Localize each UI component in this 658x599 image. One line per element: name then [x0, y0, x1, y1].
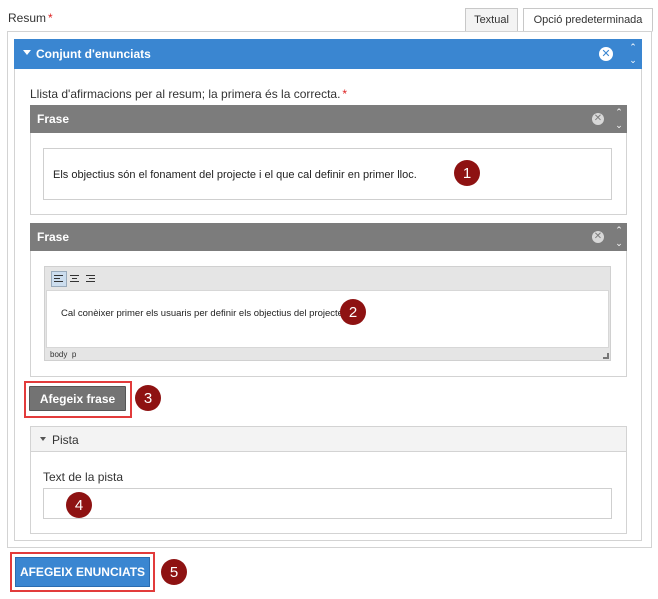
hint-text-input[interactable]: [43, 488, 612, 519]
hint-section-header[interactable]: Pista: [30, 426, 627, 452]
remove-sentence-icon[interactable]: ✕: [592, 113, 604, 125]
sentence-input-1[interactable]: Els objectius són el fonament del projec…: [43, 148, 612, 200]
add-sentence-label: Afegeix frase: [39, 391, 116, 406]
collapse-caret-icon[interactable]: [40, 437, 46, 441]
sentence-title-1: Frase: [37, 112, 70, 126]
resum-label: Resum *: [8, 11, 53, 25]
sentence-text-1: Els objectius són el fonament del projec…: [53, 169, 417, 181]
move-up-icon[interactable]: ⌃: [614, 225, 624, 235]
editor-content-area[interactable]: Cal conèixer primer els usuaris per defi…: [46, 290, 609, 348]
status-body[interactable]: body: [50, 350, 67, 359]
remove-sentence-icon[interactable]: ✕: [592, 231, 604, 243]
statement-group-header[interactable]: Conjunt d'enunciats ✕ ⌃ ⌄: [14, 39, 642, 69]
move-up-icon[interactable]: ⌃: [628, 42, 638, 52]
move-down-icon[interactable]: ⌄: [614, 238, 624, 248]
callout-badge: 4: [66, 492, 92, 518]
move-down-icon[interactable]: ⌄: [614, 120, 624, 130]
align-right-icon[interactable]: [83, 271, 99, 287]
resize-handle-icon[interactable]: [603, 353, 609, 359]
editor-status-path: body p: [50, 350, 76, 359]
callout-badge: 5: [161, 559, 187, 585]
move-down-icon[interactable]: ⌄: [628, 55, 638, 65]
remove-group-icon[interactable]: ✕: [599, 47, 613, 61]
description-text: Llista d'afirmacions per al resum; la pr…: [30, 87, 341, 101]
required-mark: *: [342, 87, 348, 101]
callout-badge: 3: [135, 385, 161, 411]
tab-textual[interactable]: Textual: [465, 8, 518, 32]
move-up-icon[interactable]: ⌃: [614, 107, 624, 117]
align-center-icon[interactable]: [67, 271, 83, 287]
statement-group-description: Llista d'afirmacions per al resum; la pr…: [30, 87, 347, 101]
add-statements-label: AFEGEIX ENUNCIATS: [19, 565, 146, 579]
sentence-title-2: Frase: [37, 230, 70, 244]
collapse-caret-icon[interactable]: [23, 50, 31, 55]
tab-default-option-label: Opció predeterminada: [533, 14, 643, 26]
sentence-header-2[interactable]: Frase ✕ ⌃ ⌄: [30, 223, 627, 251]
hint-section-title: Pista: [52, 433, 79, 447]
tab-textual-label: Textual: [474, 14, 509, 26]
add-sentence-button[interactable]: Afegeix frase: [29, 386, 126, 411]
sentence-header-1[interactable]: Frase ✕ ⌃ ⌄: [30, 105, 627, 133]
statement-group-title: Conjunt d'enunciats: [36, 47, 151, 61]
sentence-text-2: Cal conèixer primer els usuaris per defi…: [61, 308, 346, 319]
status-p[interactable]: p: [72, 350, 76, 359]
resum-label-text: Resum: [8, 11, 47, 25]
tab-default-option[interactable]: Opció predeterminada: [523, 8, 653, 32]
align-left-icon[interactable]: [51, 271, 67, 287]
callout-badge: 1: [454, 160, 480, 186]
callout-badge: 2: [340, 299, 366, 325]
add-statements-button[interactable]: AFEGEIX ENUNCIATS: [15, 557, 150, 587]
required-mark: *: [48, 11, 53, 25]
hint-field-label: Text de la pista: [43, 470, 124, 484]
